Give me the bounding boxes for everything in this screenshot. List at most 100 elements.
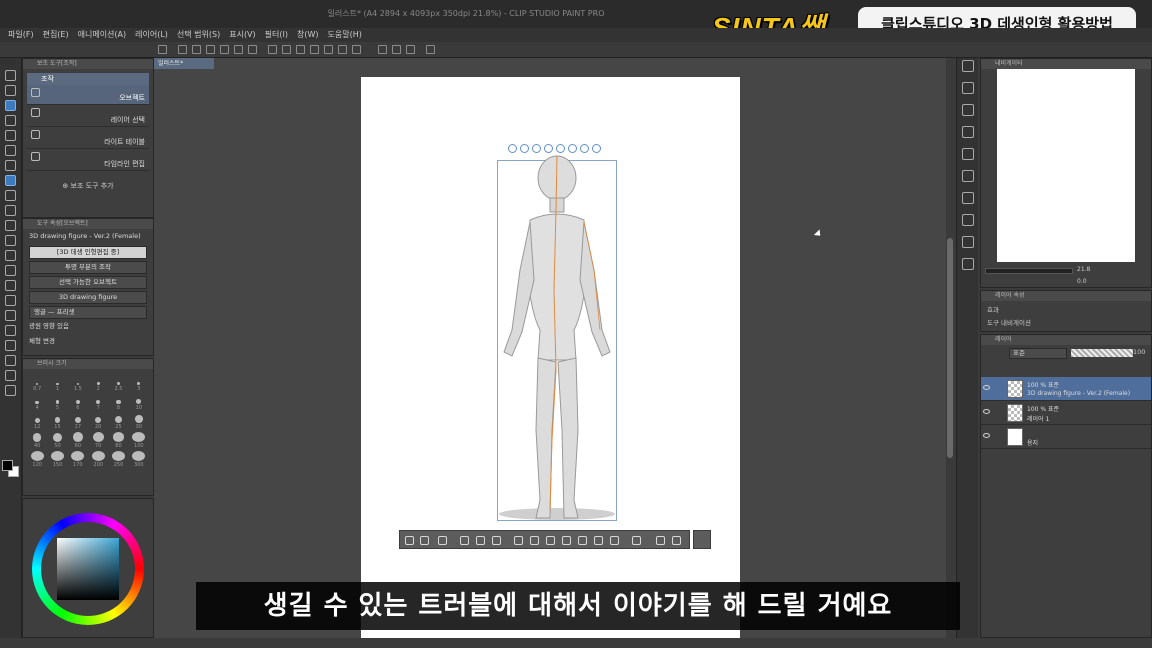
pencil-tool-icon[interactable] bbox=[5, 190, 16, 201]
invert-selection-icon[interactable] bbox=[352, 45, 361, 54]
brush-size-item[interactable]: 80 bbox=[108, 432, 128, 449]
save-icon[interactable] bbox=[206, 45, 215, 54]
menu-window[interactable]: 창(W) bbox=[297, 28, 319, 42]
panel-icon-4[interactable] bbox=[962, 148, 974, 160]
layer-row-paper[interactable]: 용지 bbox=[981, 425, 1151, 449]
snap-guide-icon[interactable] bbox=[392, 45, 401, 54]
panel-icon-3[interactable] bbox=[962, 126, 974, 138]
menu-help[interactable]: 도움말(H) bbox=[328, 28, 362, 42]
3d-drawing-figure[interactable] bbox=[490, 140, 624, 524]
canvas-scrollbar[interactable] bbox=[946, 58, 954, 638]
menu-view[interactable]: 표시(V) bbox=[229, 28, 255, 42]
export-icon[interactable] bbox=[220, 45, 229, 54]
blend-tool-icon[interactable] bbox=[5, 265, 16, 276]
menu-selection[interactable]: 선택 범위(S) bbox=[177, 28, 220, 42]
operation-tool-icon[interactable] bbox=[5, 100, 16, 111]
balloon-tool-icon[interactable] bbox=[5, 370, 16, 381]
reset-pose-icon[interactable] bbox=[562, 536, 571, 545]
brush-size-item[interactable]: 15 bbox=[47, 413, 67, 430]
menu-edit[interactable]: 편집(E) bbox=[43, 28, 69, 42]
object-list-item[interactable]: 3D drawing figure bbox=[29, 291, 147, 304]
eye-icon[interactable] bbox=[983, 409, 990, 414]
brush-size-item[interactable]: 40 bbox=[27, 432, 47, 449]
eye-icon[interactable] bbox=[983, 433, 990, 438]
scrollbar-thumb[interactable] bbox=[947, 238, 953, 458]
next-icon[interactable] bbox=[420, 536, 429, 545]
snap-grid-icon[interactable] bbox=[406, 45, 415, 54]
decoration-tool-icon[interactable] bbox=[5, 235, 16, 246]
move-layer-tool-icon[interactable] bbox=[5, 115, 16, 126]
brush-size-item[interactable]: 25 bbox=[108, 413, 128, 430]
flip-icon[interactable] bbox=[546, 536, 555, 545]
brush-size-item[interactable]: 150 bbox=[47, 451, 67, 468]
brush-size-item[interactable]: 200 bbox=[88, 451, 108, 468]
brush-size-item[interactable]: 60 bbox=[68, 432, 88, 449]
gradient-tool-icon[interactable] bbox=[5, 295, 16, 306]
subtool-item-light-table[interactable]: 라이트 테이블 bbox=[27, 127, 149, 149]
hand-tool-icon[interactable] bbox=[5, 85, 16, 96]
fill-tool-icon[interactable] bbox=[5, 280, 16, 291]
brush-size-item[interactable]: 12 bbox=[27, 413, 47, 430]
eye-icon[interactable] bbox=[983, 385, 990, 390]
clear-icon[interactable] bbox=[268, 45, 277, 54]
brush-size-item[interactable]: 6 bbox=[68, 394, 88, 411]
panel-icon-7[interactable] bbox=[962, 214, 974, 226]
panel-icon-5[interactable] bbox=[962, 170, 974, 182]
magic-wand-tool-icon[interactable] bbox=[5, 145, 16, 156]
clear-outside-icon[interactable] bbox=[282, 45, 291, 54]
airbrush-tool-icon[interactable] bbox=[5, 220, 16, 231]
menu-file[interactable]: 파일(F) bbox=[8, 28, 34, 42]
ruler-tool-icon[interactable] bbox=[5, 340, 16, 351]
prev-icon[interactable] bbox=[405, 536, 414, 545]
edit-figure-button[interactable]: [3D 데생 인형편집 중] bbox=[29, 246, 147, 259]
fit-icon[interactable] bbox=[476, 536, 485, 545]
brush-size-item[interactable]: 1.5 bbox=[68, 375, 88, 392]
brush-size-item[interactable]: 3 bbox=[129, 375, 149, 392]
subtool-group-tab[interactable]: 조작 bbox=[27, 73, 149, 85]
figure-tool-icon[interactable] bbox=[5, 310, 16, 321]
select-all-icon[interactable] bbox=[338, 45, 347, 54]
camera-angle-row[interactable]: 앵글 — 프리셋 bbox=[29, 306, 147, 319]
brush-size-item[interactable]: 250 bbox=[108, 451, 128, 468]
ground-icon[interactable] bbox=[492, 536, 501, 545]
panel-icon-1[interactable] bbox=[962, 82, 974, 94]
texture-icon[interactable] bbox=[632, 536, 641, 545]
light-source-checkbox[interactable]: 광원 영향 있음 bbox=[29, 321, 147, 334]
redo-icon[interactable] bbox=[248, 45, 257, 54]
add-subtool-button[interactable]: ⊕ 보조 도구 추가 bbox=[23, 181, 153, 191]
navigator-preview[interactable] bbox=[997, 69, 1135, 262]
panel-icon-2[interactable] bbox=[962, 104, 974, 116]
lock-joint-icon[interactable] bbox=[578, 536, 587, 545]
color-wheel[interactable] bbox=[32, 513, 144, 625]
blend-mode-select[interactable]: 표준 bbox=[1009, 348, 1067, 359]
transparent-operation-select[interactable]: 투명 부분의 조작 bbox=[29, 261, 147, 274]
brush-size-item[interactable]: 1 bbox=[47, 375, 67, 392]
subtool-item-timeline-edit[interactable]: 타임라인 편집 bbox=[27, 149, 149, 171]
zoom-tool-icon[interactable] bbox=[5, 70, 16, 81]
camera-icon[interactable] bbox=[460, 536, 469, 545]
settings-icon[interactable] bbox=[672, 536, 681, 545]
menu-filter[interactable]: 필터(I) bbox=[265, 28, 288, 42]
brush-size-item[interactable]: 2.5 bbox=[108, 375, 128, 392]
launcher-menu-button[interactable] bbox=[693, 530, 711, 549]
panel-icon-9[interactable] bbox=[962, 258, 974, 270]
new-file-icon[interactable] bbox=[178, 45, 187, 54]
brush-size-item[interactable]: 20 bbox=[88, 413, 108, 430]
subtool-item-layer-select[interactable]: 레이어 선택 bbox=[27, 105, 149, 127]
menu-layer[interactable]: 레이어(L) bbox=[135, 28, 168, 42]
frame-tool-icon[interactable] bbox=[5, 325, 16, 336]
brush-tool-icon[interactable] bbox=[5, 205, 16, 216]
correct-line-tool-icon[interactable] bbox=[5, 385, 16, 396]
transform-icon[interactable] bbox=[310, 45, 319, 54]
eraser-tool-icon[interactable] bbox=[5, 250, 16, 261]
body-type-icon[interactable] bbox=[514, 536, 523, 545]
document-tab[interactable]: 일러스트* bbox=[154, 58, 214, 69]
open-file-icon[interactable] bbox=[192, 45, 201, 54]
brush-size-item[interactable]: 170 bbox=[68, 451, 88, 468]
color-saturation-square[interactable] bbox=[57, 538, 119, 600]
brush-size-item[interactable]: 4 bbox=[27, 394, 47, 411]
app-icon[interactable] bbox=[158, 45, 167, 54]
brush-size-item[interactable]: 5 bbox=[47, 394, 67, 411]
brush-size-item[interactable]: 100 bbox=[129, 432, 149, 449]
selectable-object-select[interactable]: 선택 가능한 오브젝트 bbox=[29, 276, 147, 289]
